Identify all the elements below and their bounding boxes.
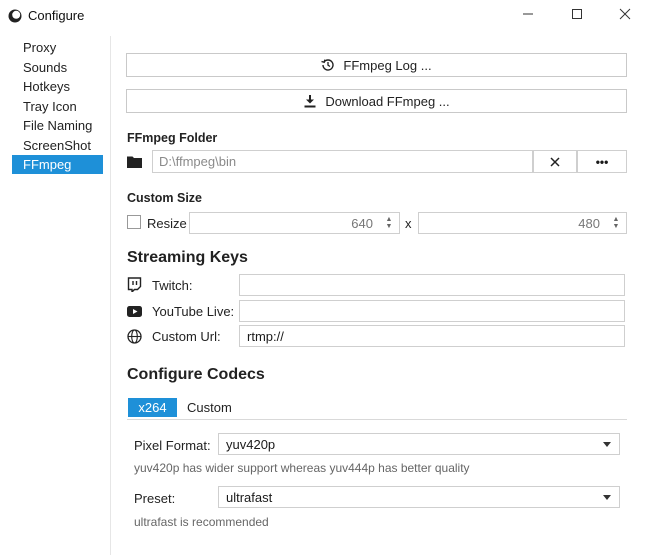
- ffmpeg-folder-input[interactable]: D:\ffmpeg\bin: [152, 150, 533, 173]
- sidebar-item-sounds[interactable]: Sounds: [12, 58, 103, 77]
- download-icon: [304, 95, 316, 108]
- custom-size-heading: Custom Size: [127, 191, 203, 205]
- height-input[interactable]: 480 ▲ ▼: [418, 212, 627, 234]
- globe-icon: [127, 329, 142, 344]
- sidebar-item-hotkeys[interactable]: Hotkeys: [12, 77, 103, 96]
- history-icon: [321, 59, 335, 71]
- streaming-keys-heading: Streaming Keys: [127, 249, 248, 266]
- preset-hint: ultrafast is recommended: [134, 515, 269, 529]
- configure-codecs-heading: Configure Codecs: [127, 366, 265, 383]
- twitch-key-input[interactable]: [239, 274, 625, 296]
- more-icon: •••: [595, 154, 609, 169]
- width-spinner[interactable]: ▲ ▼: [384, 216, 394, 230]
- width-input[interactable]: 640 ▲ ▼: [189, 212, 400, 234]
- resize-label: Resize: [147, 216, 187, 231]
- preset-label: Preset:: [134, 491, 176, 506]
- minimize-icon: [523, 13, 533, 15]
- window-title: Configure: [28, 8, 85, 23]
- title-bar: Configure: [0, 0, 650, 32]
- sidebar-item-proxy[interactable]: Proxy: [12, 38, 103, 57]
- ffmpeg-log-label: FFmpeg Log ...: [343, 57, 432, 73]
- width-value: 640: [351, 216, 373, 231]
- download-ffmpeg-label: Download FFmpeg ...: [325, 93, 450, 109]
- sidebar-item-ffmpeg[interactable]: FFmpeg: [12, 155, 103, 174]
- close-icon: [550, 156, 560, 167]
- custom-url-label: Custom Url:: [152, 329, 221, 344]
- pixel-format-value: yuv420p: [226, 437, 276, 452]
- tab-x264[interactable]: x264: [128, 398, 177, 417]
- folder-icon: [127, 156, 142, 168]
- browse-folder-button[interactable]: •••: [577, 150, 627, 173]
- pixel-format-label: Pixel Format:: [134, 438, 211, 453]
- ffmpeg-folder-heading: FFmpeg Folder: [127, 131, 218, 145]
- ffmpeg-log-button[interactable]: FFmpeg Log ...: [126, 53, 627, 77]
- youtube-icon: [127, 306, 142, 317]
- chevron-down-icon: [603, 442, 611, 447]
- preset-select[interactable]: ultrafast: [218, 486, 620, 508]
- sidebar-item-tray-icon[interactable]: Tray Icon: [12, 97, 103, 116]
- youtube-key-input[interactable]: [239, 300, 625, 322]
- tab-divider: [127, 419, 627, 420]
- app-icon: [8, 9, 22, 23]
- custom-url-input[interactable]: rtmp://: [239, 325, 625, 347]
- size-separator: x: [405, 216, 412, 231]
- maximize-icon: [572, 9, 582, 19]
- twitch-icon: [127, 277, 142, 292]
- chevron-down-icon: [603, 495, 611, 500]
- maximize-button[interactable]: [557, 4, 597, 28]
- resize-checkbox[interactable]: [127, 215, 141, 229]
- sidebar-item-file-naming[interactable]: File Naming: [12, 116, 103, 135]
- close-icon: [619, 8, 631, 20]
- download-ffmpeg-button[interactable]: Download FFmpeg ...: [126, 89, 627, 113]
- tab-custom[interactable]: Custom: [187, 398, 232, 417]
- clear-folder-button[interactable]: [533, 150, 577, 173]
- preset-value: ultrafast: [226, 490, 273, 505]
- twitch-label: Twitch:: [152, 278, 193, 293]
- sidebar: Proxy Sounds Hotkeys Tray Icon File Nami…: [0, 36, 111, 555]
- youtube-label: YouTube Live:: [152, 304, 235, 319]
- height-value: 480: [578, 216, 600, 231]
- height-spinner[interactable]: ▲ ▼: [611, 216, 621, 230]
- pixel-format-select[interactable]: yuv420p: [218, 433, 620, 455]
- pixel-format-hint: yuv420p has wider support whereas yuv444…: [134, 461, 470, 475]
- sidebar-item-screenshot[interactable]: ScreenShot: [12, 136, 103, 155]
- ffmpeg-folder-path: D:\ffmpeg\bin: [159, 154, 237, 169]
- close-button[interactable]: [605, 4, 645, 28]
- minimize-button[interactable]: [508, 4, 548, 28]
- custom-url-value: rtmp://: [247, 329, 284, 344]
